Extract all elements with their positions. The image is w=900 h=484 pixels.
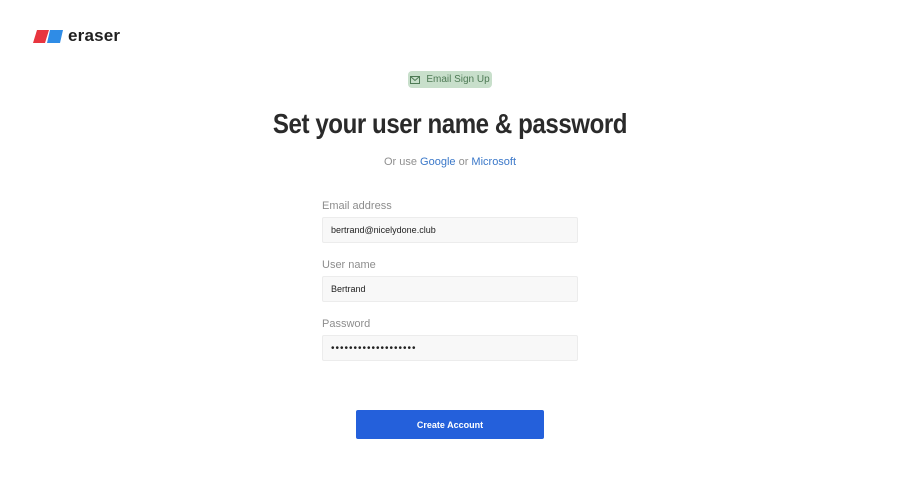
eraser-logo[interactable]: eraser (33, 26, 120, 46)
email-label: Email address (322, 200, 392, 212)
brand-name: eraser (68, 26, 121, 45)
create-account-button[interactable]: Create Account (356, 410, 544, 439)
alt-prefix: Or use (383, 156, 417, 168)
page-title: Set your user name & password (272, 108, 628, 139)
mail-icon (410, 75, 421, 84)
email-field[interactable] (322, 217, 578, 243)
password-label: Password (322, 318, 371, 330)
microsoft-link[interactable]: Microsoft (471, 156, 516, 168)
username-field[interactable] (322, 276, 578, 302)
email-signup-badge: Email Sign Up (408, 71, 492, 88)
google-link[interactable]: Google (420, 156, 455, 168)
alternative-signin: Or use Google or Microsoft (0, 156, 900, 168)
badge-label: Email Sign Up (426, 74, 490, 85)
username-label: User name (322, 259, 376, 271)
password-field[interactable] (322, 335, 578, 361)
alt-or: or (458, 156, 469, 168)
eraser-logo-icon (33, 29, 63, 43)
